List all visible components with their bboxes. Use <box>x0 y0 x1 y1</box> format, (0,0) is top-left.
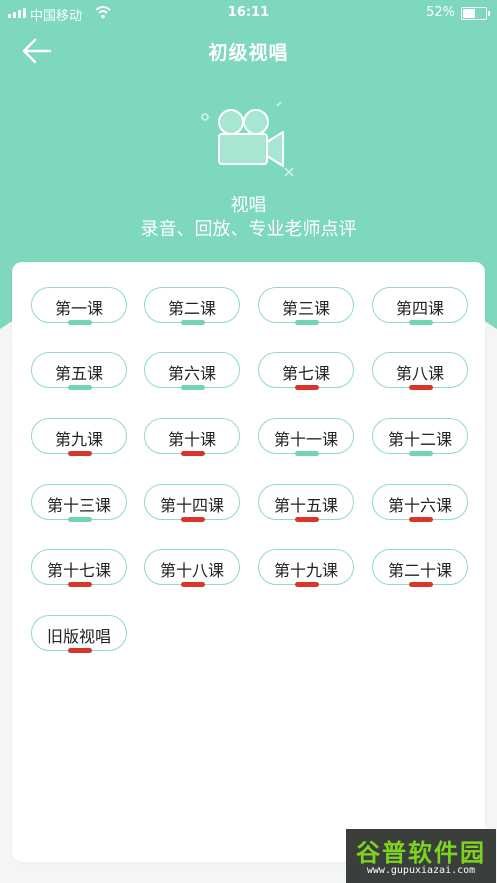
lesson-button[interactable]: 第十二课 <box>372 418 468 456</box>
lesson-button[interactable]: 旧版视唱 <box>31 615 127 653</box>
status-bar: 中国移动 16:11 52% <box>0 0 497 26</box>
lesson-status-marker <box>68 320 92 325</box>
lesson-button[interactable]: 第二课 <box>144 287 240 325</box>
lesson-button[interactable]: 第十八课 <box>144 549 240 587</box>
video-camera-icon <box>201 102 294 177</box>
hero-title: 视唱 <box>230 195 267 216</box>
lesson-status-marker <box>68 385 92 390</box>
page-title: 初级视唱 <box>208 42 289 64</box>
lesson-button[interactable]: 第十五课 <box>258 484 354 522</box>
lesson-button[interactable]: 第九课 <box>31 418 127 456</box>
lesson-label: 第一课 <box>54 299 103 318</box>
lesson-button[interactable]: 第三课 <box>258 287 354 325</box>
battery-percent: 52% <box>426 5 455 20</box>
lesson-button[interactable]: 第七课 <box>258 352 354 390</box>
lesson-label: 第十四课 <box>159 496 224 515</box>
lesson-status-marker <box>68 517 92 522</box>
watermark-logo: 谷普软件园 www.gupuxiazai.com <box>346 829 496 883</box>
lesson-label: 第十三课 <box>46 496 111 515</box>
lesson-button[interactable]: 第十四课 <box>144 484 240 522</box>
lesson-button[interactable]: 第六课 <box>144 352 240 390</box>
lesson-label: 第七课 <box>281 364 330 383</box>
lesson-label: 第四课 <box>395 299 444 318</box>
lesson-button[interactable]: 第十一课 <box>258 418 354 456</box>
watermark-title: 谷普软件园 <box>356 839 486 867</box>
lesson-status-marker <box>68 648 92 653</box>
lesson-status-marker <box>295 385 319 390</box>
lesson-label: 第八课 <box>395 364 444 383</box>
lesson-button[interactable]: 第四课 <box>372 287 468 325</box>
lesson-button[interactable]: 第十三课 <box>31 484 127 522</box>
lesson-card: 第一课 第二课 第三课 第四课第五课 第六课 第七课 第八课第九课 第十课 第十一课 第十二课第十… <box>12 262 485 862</box>
lesson-button[interactable]: 第十九课 <box>258 549 354 587</box>
hero-subtitle: 录音、回放、专业老师点评 <box>140 219 357 240</box>
lesson-status-marker <box>409 320 433 325</box>
lesson-status-marker <box>409 451 433 456</box>
lesson-status-marker <box>68 582 92 587</box>
clock: 16:11 <box>227 5 270 20</box>
lesson-label: 第十五课 <box>273 496 338 515</box>
watermark-url: www.gupuxiazai.com <box>366 865 476 876</box>
lesson-button[interactable]: 第十七课 <box>31 549 127 587</box>
lesson-status-marker <box>295 517 319 522</box>
lesson-status-marker <box>181 517 205 522</box>
lesson-label: 旧版视唱 <box>46 627 111 646</box>
lesson-status-marker <box>181 385 205 390</box>
lesson-status-marker <box>295 451 319 456</box>
lesson-button[interactable]: 第一课 <box>31 287 127 325</box>
lesson-label: 第五课 <box>54 364 103 383</box>
lesson-status-marker <box>295 582 319 587</box>
lesson-status-marker <box>181 320 205 325</box>
lesson-label: 第十一课 <box>273 430 338 449</box>
lesson-label: 第十课 <box>167 430 216 449</box>
lesson-status-marker <box>295 320 319 325</box>
lesson-label: 第三课 <box>281 299 330 318</box>
lesson-label: 第十九课 <box>273 561 338 580</box>
lesson-button[interactable]: 第十六课 <box>372 484 468 522</box>
lesson-button[interactable]: 第十课 <box>144 418 240 456</box>
lesson-status-marker <box>68 451 92 456</box>
lesson-label: 第六课 <box>167 364 216 383</box>
lesson-label: 第二十课 <box>387 561 452 580</box>
lesson-status-marker <box>409 385 433 390</box>
lesson-status-marker <box>409 517 433 522</box>
lesson-label: 第十六课 <box>387 496 452 515</box>
lesson-status-marker <box>181 451 205 456</box>
lesson-label: 第十二课 <box>387 430 452 449</box>
lesson-button[interactable]: 第二十课 <box>372 549 468 587</box>
lesson-label: 第十八课 <box>159 561 224 580</box>
lesson-label: 第二课 <box>167 299 216 318</box>
lesson-status-marker <box>409 582 433 587</box>
lesson-status-marker <box>181 582 205 587</box>
lesson-label: 第九课 <box>54 430 103 449</box>
lesson-label: 第十七课 <box>46 561 111 580</box>
lesson-button[interactable]: 第五课 <box>31 352 127 390</box>
battery-icon <box>461 7 490 20</box>
lesson-button[interactable]: 第八课 <box>372 352 468 390</box>
